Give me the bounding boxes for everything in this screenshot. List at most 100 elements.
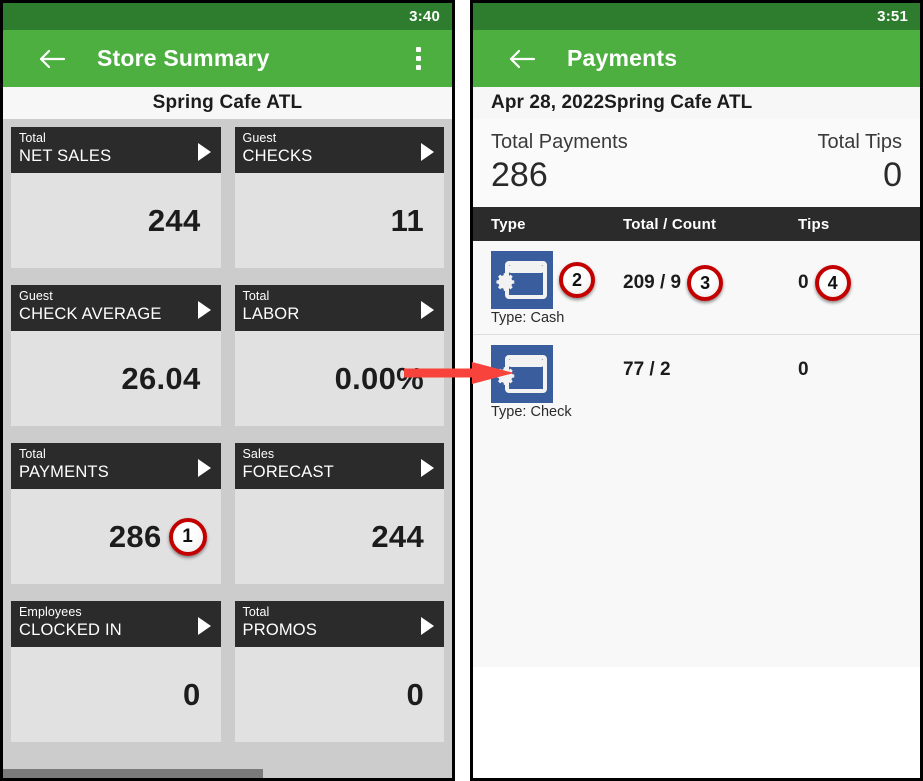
page-title: Payments: [567, 45, 678, 71]
row-type-cell: 2 Type: Cash: [473, 251, 623, 326]
back-arrow-icon[interactable]: [507, 44, 537, 74]
tile-name: NET SALES: [19, 147, 112, 165]
right-status-clock: 3:51: [877, 8, 908, 25]
total-tips-block: Total Tips 0: [818, 129, 902, 195]
tile-name: CHECK AVERAGE: [19, 305, 162, 323]
total-payments-label: Total Payments: [491, 131, 628, 153]
total-tips-value: 0: [883, 156, 902, 194]
overflow-dot: [415, 65, 421, 70]
overflow-dot: [415, 56, 421, 61]
play-arrow-icon[interactable]: [421, 459, 434, 477]
gear-icon: [495, 365, 517, 387]
total-payments-block: Total Payments 286: [491, 129, 628, 195]
tile-name: PROMOS: [242, 621, 318, 639]
table-row[interactable]: 2 Type: Cash 209 / 9 3 0 4: [473, 241, 920, 335]
date-store-label: Apr 28, 2022Spring Cafe ATL: [491, 92, 753, 113]
play-arrow-icon[interactable]: [197, 617, 211, 635]
scrollbar-thumb[interactable]: [3, 769, 264, 778]
tile-value-group: 286 1: [108, 517, 207, 556]
tile-body: 0: [234, 647, 444, 742]
tile-category: Guest: [242, 131, 277, 145]
payments-list: 2 Type: Cash 209 / 9 3 0 4 Type: Check 7…: [473, 241, 920, 667]
row-tips-value: 0: [798, 272, 809, 293]
column-header-tips: Tips: [798, 215, 830, 233]
total-payments-value: 286: [491, 156, 548, 194]
summary-tile-net-sales[interactable]: Total NET SALES 244: [11, 127, 221, 268]
summary-tiles-area: Total NET SALES 244 Guest CHECKS 11 Gues…: [3, 119, 452, 778]
annotation-badge-3: 3: [687, 265, 724, 301]
tile-body: 0.00%: [234, 331, 444, 426]
row-type-label: Type: Check: [491, 404, 572, 420]
gear-icon: [495, 271, 517, 293]
tile-header: Total LABOR: [234, 285, 444, 331]
tile-value: 0: [182, 676, 201, 712]
tile-header: Total PROMOS: [234, 601, 444, 647]
play-arrow-icon[interactable]: [197, 459, 211, 477]
tile-value: 11: [390, 202, 424, 238]
tile-value: 0.00%: [334, 360, 424, 396]
right-app-bar: Payments: [473, 30, 920, 87]
summary-tile-promos[interactable]: Total PROMOS 0: [234, 601, 444, 742]
row-total-count-cell: 77 / 2: [623, 345, 798, 381]
play-arrow-icon[interactable]: [421, 301, 434, 319]
tile-category: Sales: [242, 447, 275, 461]
date-store-header: Apr 28, 2022Spring Cafe ATL: [473, 87, 920, 119]
tile-body: 26.04: [11, 331, 221, 426]
left-status-bar: 3:40: [3, 3, 452, 30]
row-total-count-value: 209 / 9: [623, 272, 682, 293]
tile-name: PAYMENTS: [19, 463, 109, 481]
back-arrow-icon[interactable]: [37, 44, 67, 74]
summary-tile-check-average[interactable]: Guest CHECK AVERAGE 26.04: [11, 285, 221, 426]
row-tips-value: 0: [798, 359, 809, 380]
row-type-cell: Type: Check: [473, 345, 623, 420]
tile-header: Guest CHECK AVERAGE: [11, 285, 221, 331]
summary-tile-checks[interactable]: Guest CHECKS 11: [234, 127, 444, 268]
tile-name: CHECKS: [242, 147, 313, 165]
tile-name: CLOCKED IN: [19, 621, 122, 639]
tile-body: 11: [234, 173, 444, 268]
tile-value: 286: [108, 518, 162, 554]
summary-tile-payments[interactable]: Total PAYMENTS 286 1: [11, 443, 221, 584]
left-status-clock: 3:40: [409, 8, 440, 25]
icon-badge-group: [491, 345, 623, 403]
table-row[interactable]: Type: Check 77 / 2 0: [473, 335, 920, 429]
row-total-count-value: 77 / 2: [623, 359, 671, 380]
page-title: Store Summary: [97, 45, 270, 71]
left-app-bar: Store Summary: [3, 30, 452, 87]
summary-tile-clocked-in[interactable]: Employees CLOCKED IN 0: [11, 601, 221, 742]
play-arrow-icon[interactable]: [197, 143, 211, 161]
annotation-badge-2: 2: [559, 262, 595, 298]
tile-category: Total: [242, 289, 270, 303]
play-arrow-icon[interactable]: [421, 143, 434, 161]
overflow-dot: [415, 47, 421, 52]
tile-body: 244: [11, 173, 221, 268]
payments-totals-row: Total Payments 286 Total Tips 0: [473, 119, 920, 207]
tile-category: Total: [19, 131, 46, 145]
column-header-total-count: Total / Count: [623, 215, 717, 233]
annotation-badge-4: 4: [814, 265, 851, 301]
summary-tile-forecast[interactable]: Sales FORECAST 244: [234, 443, 444, 584]
payment-card-gear-icon: [491, 251, 553, 309]
tile-value: 26.04: [121, 360, 201, 396]
tile-header: Total PAYMENTS: [11, 443, 221, 489]
overflow-menu-icon[interactable]: [404, 42, 432, 76]
tile-header: Total NET SALES: [11, 127, 221, 173]
column-header-type: Type: [491, 215, 526, 233]
tile-header: Employees CLOCKED IN: [11, 601, 221, 647]
tile-value: 244: [371, 518, 424, 554]
store-name-label: Spring Cafe ATL: [152, 92, 303, 113]
summary-tile-labor[interactable]: Total LABOR 0.00%: [234, 285, 444, 426]
right-status-bar: 3:51: [473, 3, 920, 30]
row-total-count-cell: 209 / 9 3: [623, 251, 798, 301]
payments-table-header: Type Total / Count Tips: [473, 207, 920, 241]
row-type-label: Type: Cash: [491, 310, 565, 326]
tile-header: Sales FORECAST: [234, 443, 444, 489]
horizontal-scrollbar[interactable]: [3, 769, 452, 778]
payments-screen: 3:51 Payments Apr 28, 2022Spring Cafe AT…: [470, 0, 923, 781]
play-arrow-icon[interactable]: [197, 301, 211, 319]
screenshot-root: 3:40 Store Summary Spring Cafe ATL Total…: [0, 0, 923, 781]
play-arrow-icon[interactable]: [421, 617, 434, 635]
store-name-header: Spring Cafe ATL: [3, 87, 452, 119]
tile-body: 286 1: [11, 489, 221, 584]
tile-body: 244: [234, 489, 444, 584]
